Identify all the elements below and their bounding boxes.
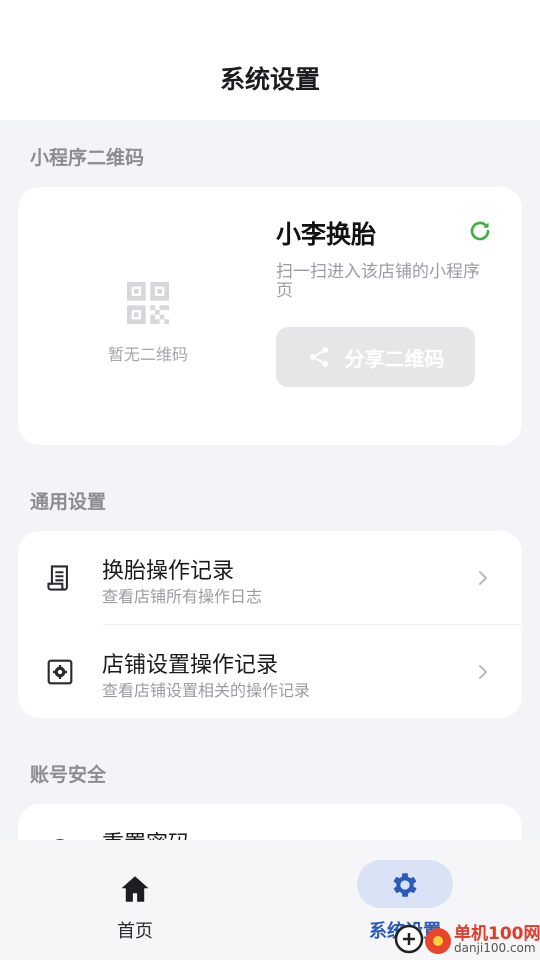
qr-empty-text: 暂无二维码 [107,345,188,364]
tire-change-log-row[interactable]: 换胎操作记录 查看店铺所有操作日志 [18,531,522,625]
row-title: 换胎操作记录 [102,559,235,584]
share-qr-button[interactable]: 分享二维码 [276,327,475,387]
refresh-icon[interactable] [468,219,492,243]
qr-code-icon [127,282,169,324]
chevron-right-icon [479,571,487,585]
page-title: 系统设置 [219,65,320,94]
qr-section-label: 小程序二维码 [30,147,145,169]
settings-box-icon [47,659,73,685]
gear-icon [393,873,417,897]
share-qr-label: 分享二维码 [344,346,445,371]
watermark-icon [394,924,451,954]
share-icon [309,347,328,367]
top-bar: 系统设置 [0,0,540,120]
qr-card: 暂无二维码 小李换胎 扫一扫进入该店铺的小程序页 分享二维码 [18,187,522,445]
shop-name: 小李换胎 [276,220,377,249]
security-section-label: 账号安全 [30,764,107,786]
watermark-url: danji100.com [454,941,536,955]
nav-home[interactable]: 首页 [0,840,270,960]
receipt-icon [47,565,68,591]
general-section-label: 通用设置 [30,491,107,513]
shop-settings-log-row[interactable]: 店铺设置操作记录 查看店铺设置相关的操作记录 [18,625,522,718]
general-settings-card: 换胎操作记录 查看店铺所有操作日志 店铺设置操作记录 查看店铺设置相关的操作记录 [18,531,522,718]
qr-description: 扫一扫进入该店铺的小程序页 [276,262,480,301]
chevron-right-icon [479,665,487,679]
qr-placeholder: 暂无二维码 [98,275,198,365]
row-title: 店铺设置操作记录 [102,653,279,678]
nav-home-label: 首页 [117,921,153,942]
home-icon [121,876,149,902]
row-subtitle: 查看店铺设置相关的操作记录 [102,681,311,700]
row-subtitle: 查看店铺所有操作日志 [102,587,263,606]
watermark-logo: 单机100网 danji100.com [392,918,540,960]
